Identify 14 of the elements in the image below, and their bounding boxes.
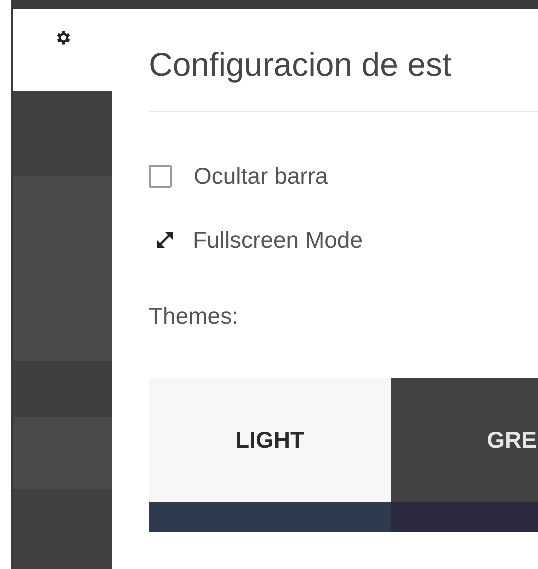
theme-tile[interactable] (149, 502, 391, 532)
sidebar-item[interactable] (13, 176, 112, 361)
themes-label: Themes: (149, 303, 240, 330)
sidebar-item[interactable] (13, 361, 112, 417)
theme-tile[interactable]: LIGHT (149, 378, 391, 502)
option-label: Ocultar barra (194, 162, 328, 190)
fullscreen-link[interactable]: Fullscreen Mode (193, 226, 364, 254)
fullscreen-icon[interactable] (155, 230, 175, 250)
theme-tile[interactable]: GRE (391, 378, 538, 502)
sidebar-item[interactable] (13, 417, 112, 489)
sidebar-item[interactable] (13, 91, 112, 176)
sidebar-item[interactable] (13, 489, 112, 569)
checkbox[interactable] (149, 164, 172, 188)
panel-title: Configuracion de est (149, 45, 453, 85)
